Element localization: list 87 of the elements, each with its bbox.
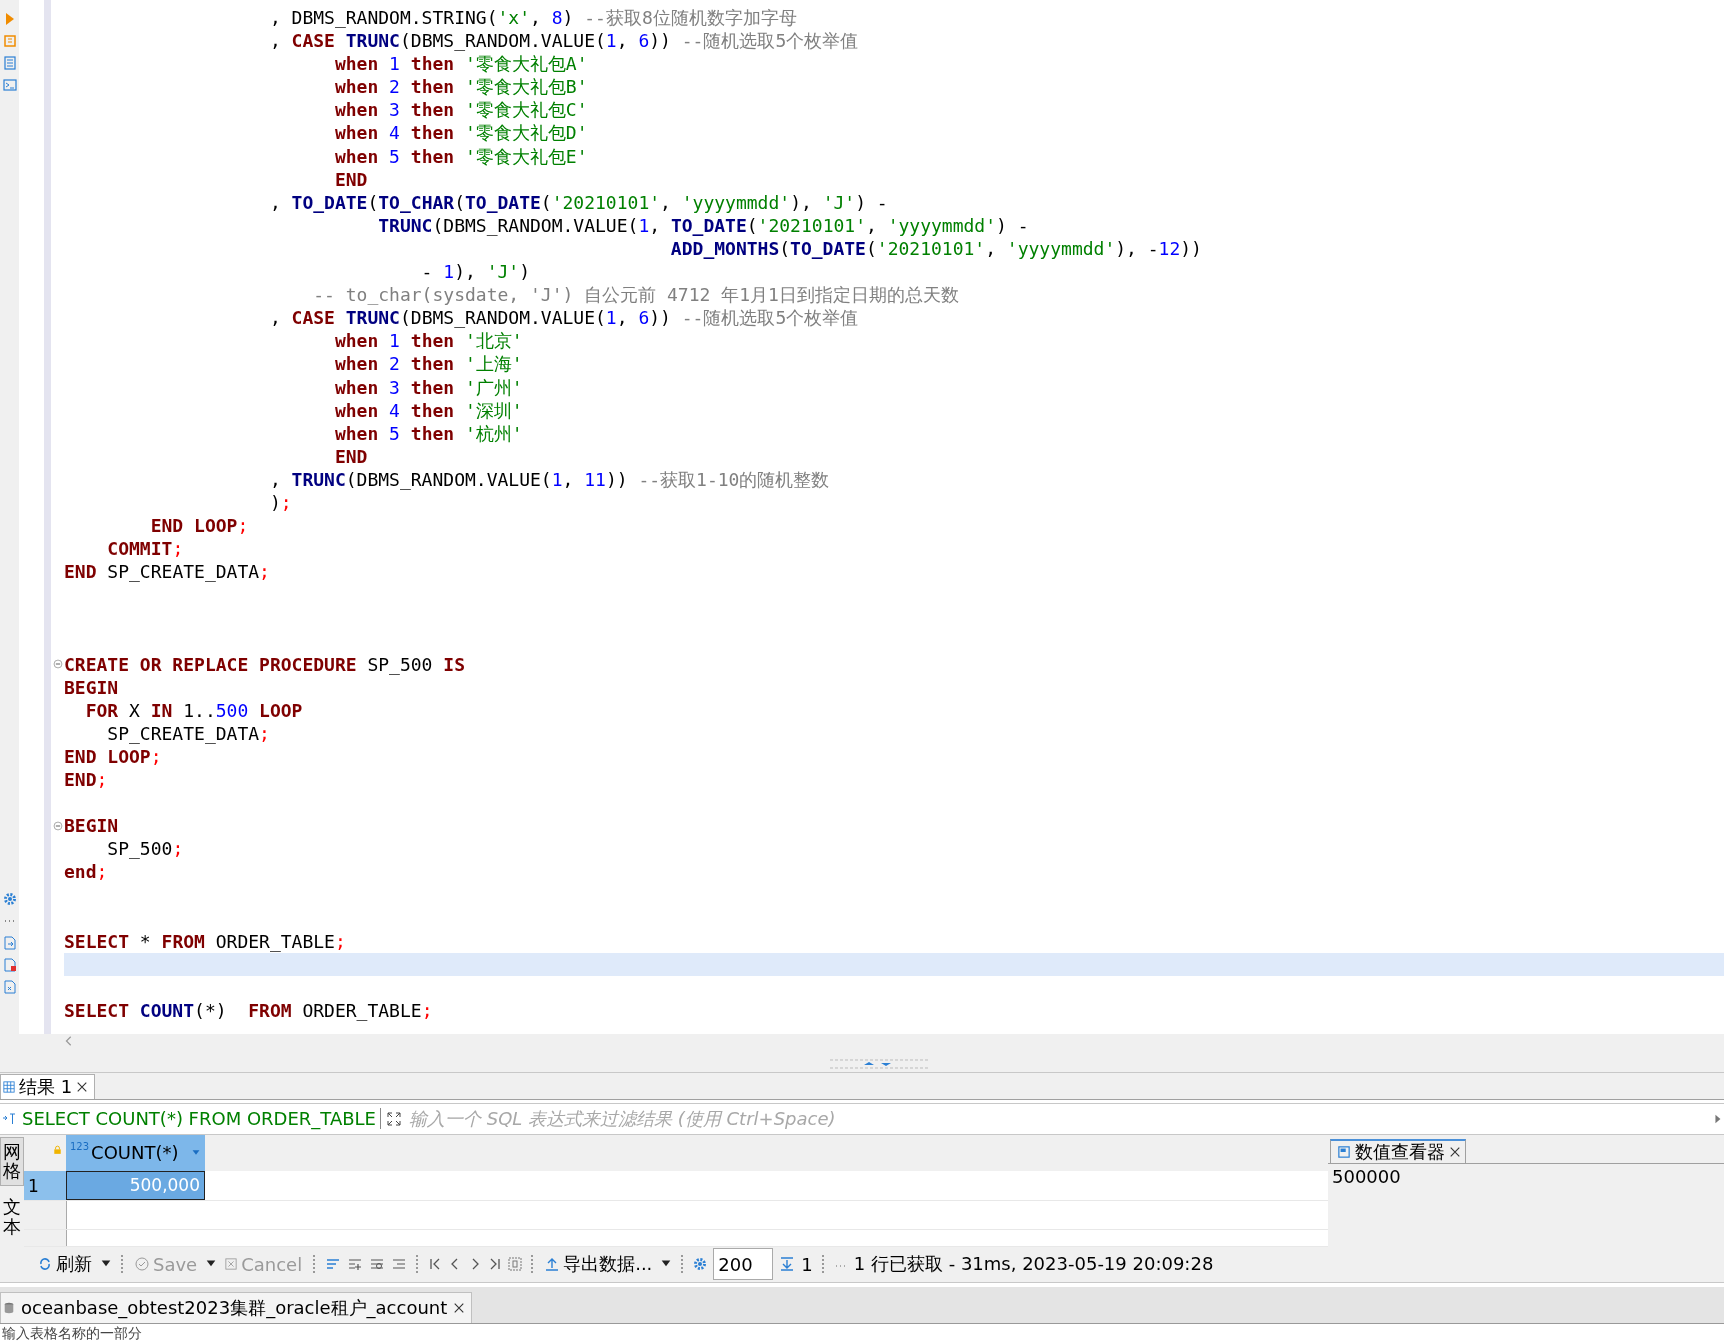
code-line: END — [333, 444, 369, 468]
expand-icon[interactable] — [387, 1111, 401, 1126]
code-line: , CASE TRUNC(DBMS_RANDOM.VALUE(1, 6)) --随机选取5个枚举值 — [268, 29, 860, 53]
settings-icon[interactable] — [2, 892, 17, 907]
code-line: CREATE OR REPLACE PROCEDURE SP_500 IS — [64, 652, 466, 676]
code-line: when 4 then '深圳' — [333, 398, 524, 422]
document-icon[interactable] — [2, 56, 17, 70]
code-line: - 1), 'J') — [420, 260, 531, 284]
code-line: COMMIT; — [106, 537, 185, 561]
value-text: 500000 — [1331, 1165, 1401, 1187]
results-tab[interactable]: 结果 1 — [0, 1073, 96, 1099]
code-line: when 2 then '零食大礼包B' — [333, 75, 589, 99]
code-line: when 3 then '零食大礼包C' — [333, 98, 589, 122]
fetch-next-icon[interactable] — [779, 1257, 796, 1272]
code-line: END; — [64, 768, 109, 792]
last-page-icon[interactable] — [488, 1257, 503, 1272]
code-line: when 3 then '广州' — [333, 375, 524, 399]
code-line: BEGIN — [64, 675, 120, 699]
edit-lines-icon[interactable] — [325, 1257, 342, 1272]
splitter-handle-icon[interactable] — [830, 1059, 930, 1070]
refresh-icon — [38, 1257, 52, 1272]
code-line: , DBMS_RANDOM.STRING('x', 8) --获取8位随机数字加字母 — [268, 6, 798, 30]
code-line: FOR X IN 1..500 LOOP — [84, 698, 304, 722]
code-line: ); — [268, 490, 293, 515]
code-line: when 4 then '零食大礼包D' — [333, 121, 589, 145]
column-header[interactable]: $^{123}$ COUNT(*) — [66, 1134, 205, 1172]
fetch-all-icon[interactable] — [508, 1257, 523, 1272]
status-text: 1 行已获取 - 31ms, 2023-05-19 20:09:28 — [853, 1252, 1214, 1277]
tab-label: 结果 1 — [19, 1074, 73, 1099]
variables-icon[interactable] — [2, 980, 17, 995]
code-line: when 1 then '北京' — [333, 329, 524, 353]
tab-label: oceanbase_obtest2023集群_oracle租户_account — [21, 1296, 448, 1321]
connection-tab[interactable]: oceanbase_obtest2023集群_oracle租户_account — [0, 1292, 473, 1324]
column-name: COUNT(*) — [91, 1142, 179, 1164]
settings-icon[interactable] — [693, 1257, 708, 1272]
filter-field[interactable]: 输入一个 SQL 表达式来过滤结果 (使用 Ctrl+Space) — [407, 1107, 1708, 1131]
code-line: SP_500; — [106, 837, 185, 861]
code-line: TRUNC(DBMS_RANDOM.VALUE(1, TO_DATE('20210101', 'yyyymmdd') - — [377, 213, 1030, 237]
code-line: SP_CREATE_DATA; — [106, 721, 271, 745]
code-line: SELECT * FROM ORDER_TABLE; — [64, 929, 347, 953]
view-mode-tab[interactable]: 网格 — [0, 1136, 24, 1187]
database-icon — [3, 1301, 15, 1316]
collapse-icon[interactable] — [52, 659, 63, 670]
terminal-icon[interactable] — [2, 78, 17, 92]
view-mode-tab[interactable]: 文本 — [0, 1192, 24, 1242]
code-line: , TRUNC(DBMS_RANDOM.VALUE(1, 11)) --获取1-10的随机整数 — [268, 467, 831, 491]
code-line: when 5 then '零食大礼包E' — [333, 144, 589, 168]
table-icon — [3, 1080, 15, 1093]
code-line: when 1 then '零食大礼包A' — [333, 52, 589, 76]
sort-icon[interactable] — [191, 1148, 201, 1157]
add-row-icon[interactable] — [347, 1257, 364, 1272]
code-line: ADD_MONTHS(TO_DATE('20210101', 'yyyymmdd'), -12)) — [669, 236, 1203, 261]
code-line: END — [333, 167, 369, 191]
cancel-icon — [225, 1258, 238, 1271]
sql-filter-icon — [2, 1111, 16, 1126]
code-line: -- to_char(sysdate, 'J') 自公元前 4712 年1月1日到指定日期的总天数 — [312, 283, 960, 307]
code-line: when 2 then '上海' — [333, 352, 524, 376]
collapse-icon[interactable] — [52, 820, 63, 831]
code-line: end; — [64, 860, 109, 884]
copy-row-icon[interactable] — [369, 1257, 386, 1272]
refresh-button[interactable]: 刷新 — [36, 1249, 94, 1280]
code-line: when 5 then '杭州' — [333, 421, 524, 445]
close-icon[interactable] — [453, 1302, 466, 1315]
upload-icon — [545, 1257, 560, 1272]
lock-icon — [53, 1144, 62, 1155]
row-number[interactable]: 1 — [24, 1171, 66, 1201]
close-icon[interactable] — [76, 1080, 89, 1093]
value-viewer-tab[interactable]: 数值查看器 — [1330, 1138, 1466, 1163]
fetch-count: 1 — [801, 1253, 813, 1275]
file-error-icon[interactable] — [2, 958, 17, 973]
code-line: END LOOP; — [64, 745, 163, 769]
code-line: , CASE TRUNC(DBMS_RANDOM.VALUE(1, 6)) --随机选取5个枚举值 — [268, 306, 860, 330]
code-line: , TO_DATE(TO_CHAR(TO_DATE('20210101', 'yyyymmdd'), 'J') - — [268, 190, 889, 214]
close-icon[interactable] — [1449, 1145, 1461, 1158]
code-line: END LOOP; — [149, 514, 250, 538]
export-icon[interactable] — [2, 936, 17, 951]
query-text: SELECT COUNT(*) FROM ORDER_TABLE — [22, 1108, 381, 1130]
type-label: 123 — [70, 1140, 90, 1152]
delete-row-icon[interactable] — [391, 1257, 408, 1272]
export-button[interactable]: 导出数据... — [543, 1249, 655, 1280]
fetch-size-field[interactable]: 200 — [713, 1248, 774, 1281]
code-line: END SP_CREATE_DATA; — [64, 560, 271, 584]
check-icon — [135, 1257, 149, 1272]
tab-label: 数值查看器 — [1355, 1139, 1445, 1164]
panel-icon — [1337, 1145, 1351, 1158]
code-line: BEGIN — [64, 814, 120, 838]
code-line: SELECT COUNT(*) FROM ORDER_TABLE; — [64, 999, 434, 1023]
